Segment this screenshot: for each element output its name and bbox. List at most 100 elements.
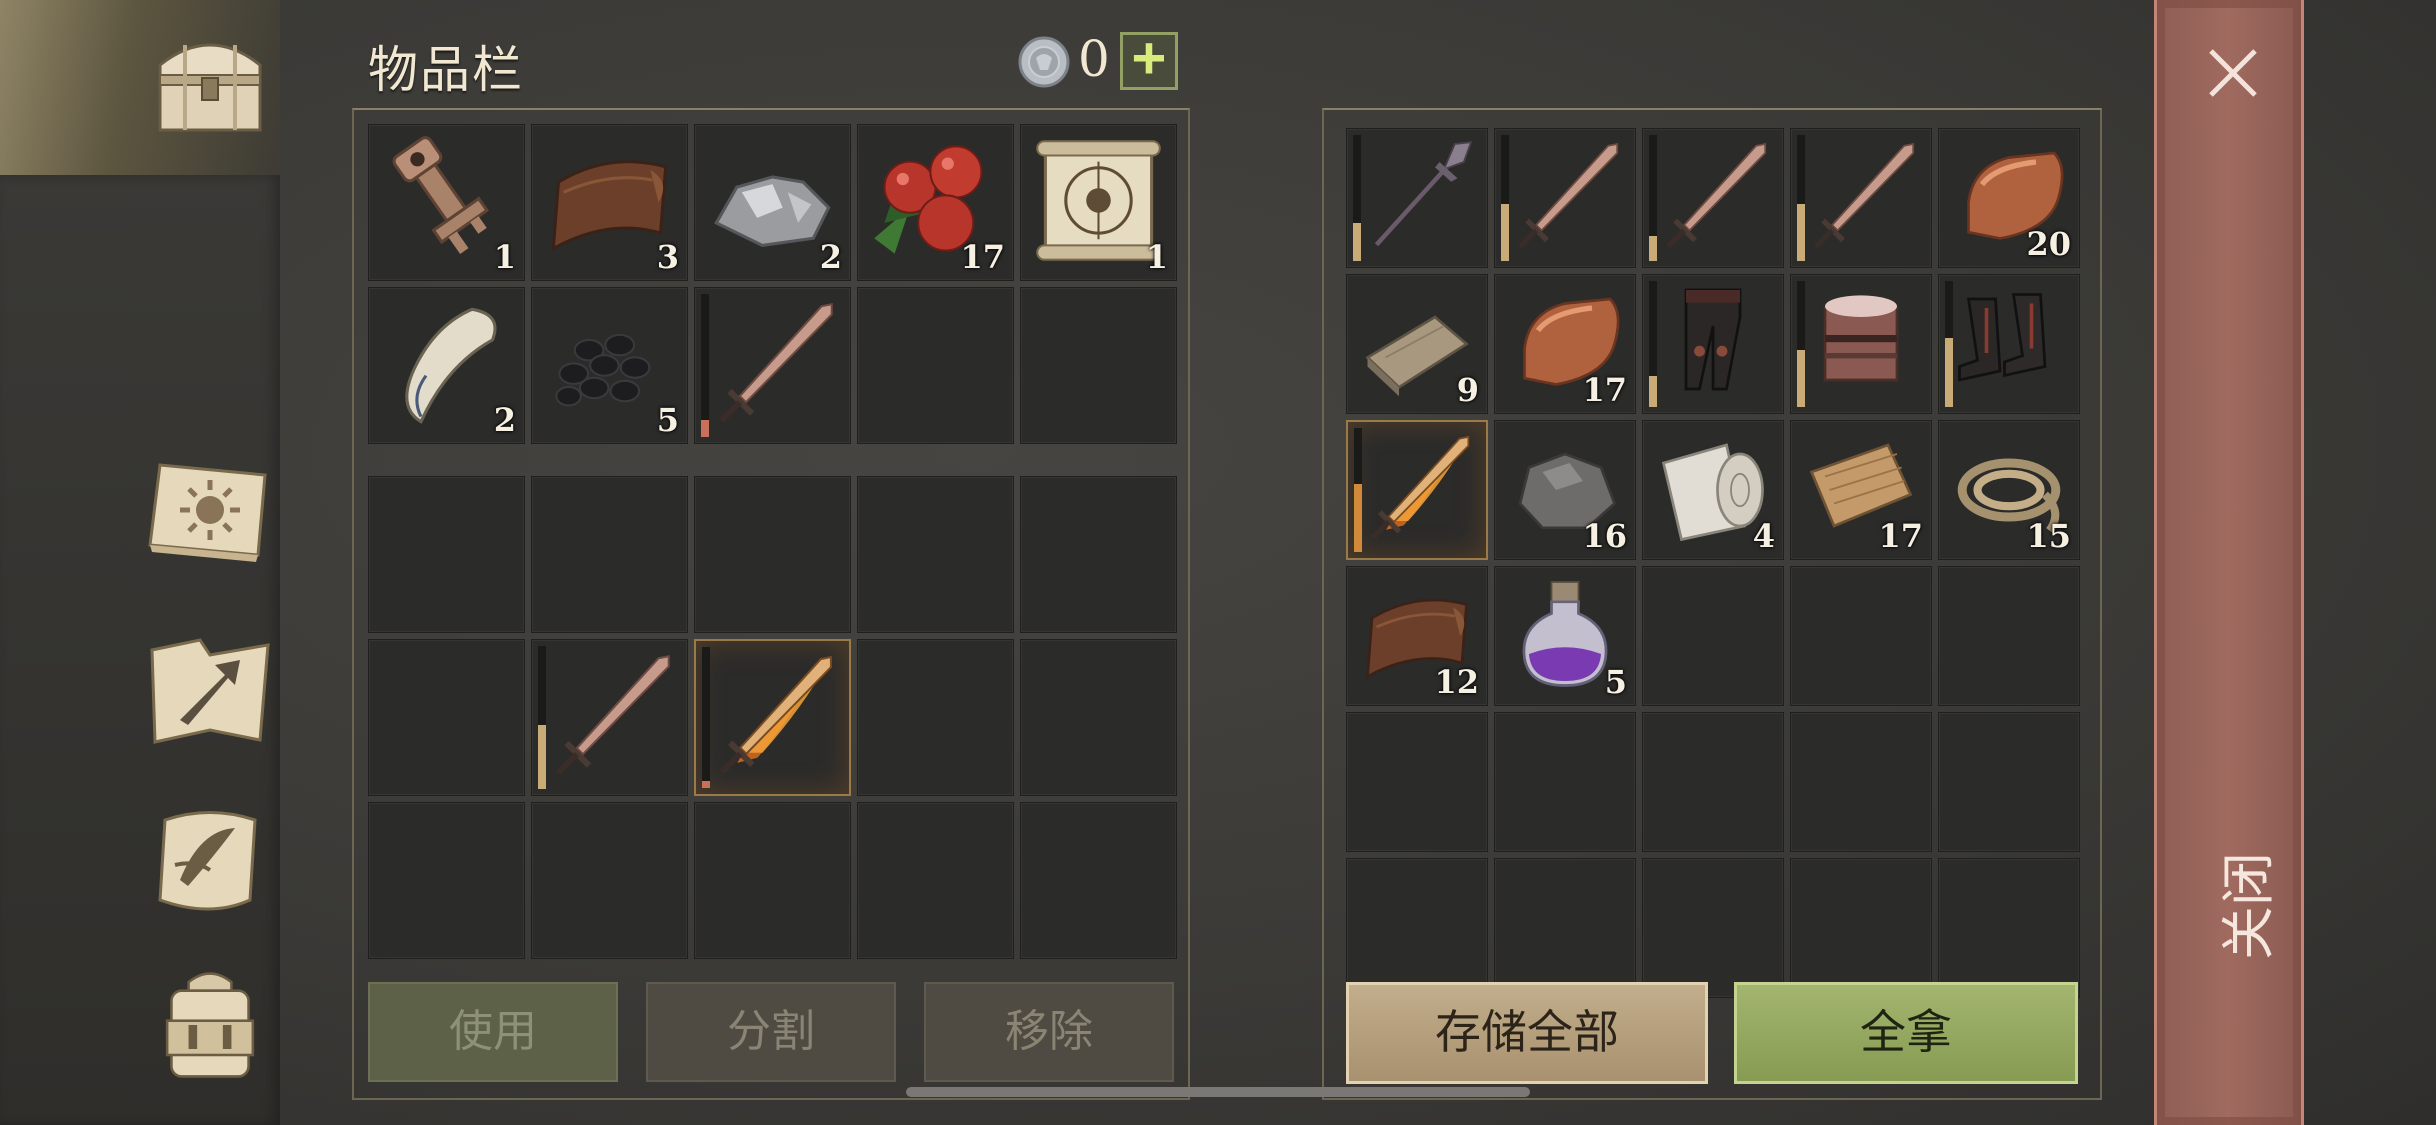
item-slot[interactable]: 2 (694, 124, 851, 281)
durability-bar (702, 647, 710, 788)
item-slot[interactable] (694, 287, 851, 444)
item-slot[interactable]: 3 (531, 124, 688, 281)
sword-icon (719, 302, 833, 423)
item-slot[interactable]: 20 (1938, 128, 2080, 268)
item-quantity: 3 (656, 238, 679, 276)
durability-fill (1797, 350, 1805, 407)
durability-bar (1649, 135, 1657, 261)
item-slot[interactable]: 9 (1346, 274, 1488, 414)
item-slot[interactable] (1642, 128, 1784, 268)
close-icon[interactable] (2205, 45, 2261, 101)
empty-slot[interactable] (857, 639, 1014, 796)
item-slot[interactable] (1346, 420, 1488, 560)
item-slot[interactable] (694, 639, 851, 796)
empty-slot[interactable] (694, 476, 851, 633)
item-quantity: 1 (1145, 238, 1168, 276)
empty-slot[interactable] (1494, 858, 1636, 998)
empty-slot[interactable] (1790, 858, 1932, 998)
empty-slot[interactable] (1020, 476, 1177, 633)
helmet-icon (1823, 295, 1899, 382)
quest-scroll-icon[interactable] (140, 800, 280, 920)
item-slot[interactable]: 15 (1938, 420, 2080, 560)
durability-fill (1649, 235, 1657, 261)
empty-slot[interactable] (694, 802, 851, 959)
item-slot[interactable] (531, 639, 688, 796)
item-slot[interactable]: 4 (1642, 420, 1784, 560)
item-quantity: 12 (1434, 663, 1479, 701)
item-slot[interactable] (1790, 274, 1932, 414)
empty-slot[interactable] (1790, 712, 1932, 852)
item-slot[interactable]: 2 (368, 287, 525, 444)
durability-bar (1353, 135, 1361, 261)
item-slot[interactable]: 1 (1020, 124, 1177, 281)
item-slot[interactable] (1346, 128, 1488, 268)
spear-icon (1374, 141, 1473, 247)
item-slot[interactable] (1790, 128, 1932, 268)
store-all-button[interactable]: 存储全部 (1346, 982, 1708, 1084)
take-all-button[interactable]: 全拿 (1734, 982, 2078, 1084)
split-button[interactable]: 分割 (646, 982, 896, 1082)
empty-slot[interactable] (1020, 287, 1177, 444)
durability-bar (701, 294, 709, 437)
empty-slot[interactable] (1642, 712, 1784, 852)
durability-fill (538, 724, 546, 789)
item-quantity: 4 (1752, 517, 1775, 555)
silver-coin-icon (1018, 36, 1070, 88)
empty-slot[interactable] (1020, 802, 1177, 959)
flame-sword-icon (1370, 435, 1470, 540)
close-label[interactable]: 关闭 (2204, 852, 2283, 960)
durability-fill (1501, 204, 1509, 261)
empty-slot[interactable] (531, 802, 688, 959)
item-slot[interactable] (1494, 128, 1636, 268)
empty-slot[interactable] (1020, 639, 1177, 796)
item-slot[interactable]: 16 (1494, 420, 1636, 560)
use-button[interactable]: 使用 (368, 982, 618, 1082)
empty-slot[interactable] (1790, 566, 1932, 706)
empty-slot[interactable] (857, 287, 1014, 444)
item-slot[interactable]: 1 (368, 124, 525, 281)
item-slot[interactable] (1642, 274, 1784, 414)
add-currency-button[interactable]: + (1120, 30, 1178, 90)
empty-slot[interactable] (368, 639, 525, 796)
sword-icon (556, 654, 670, 775)
empty-slot[interactable] (1938, 712, 2080, 852)
durability-fill (1649, 375, 1657, 407)
journal-icon[interactable] (140, 450, 280, 570)
durability-fill (701, 419, 709, 437)
item-slot[interactable]: 17 (1790, 420, 1932, 560)
storage-grid: 20 9 17 16 4 17 15 12 5 (1346, 128, 2080, 998)
empty-slot[interactable] (1938, 858, 2080, 998)
empty-slot[interactable] (857, 802, 1014, 959)
empty-slot[interactable] (1346, 858, 1488, 998)
empty-slot[interactable] (1938, 566, 2080, 706)
item-quantity: 15 (2026, 517, 2071, 555)
leg-armor-icon (1684, 288, 1742, 391)
chest-icon[interactable] (140, 20, 280, 140)
durability-bar (1501, 135, 1509, 261)
inventory-title: 物品栏 (368, 41, 524, 99)
item-slot[interactable] (1938, 274, 2080, 414)
item-slot[interactable]: 5 (531, 287, 688, 444)
currency-value: 0 (1078, 30, 1110, 88)
empty-slot[interactable] (531, 476, 688, 633)
item-slot[interactable]: 17 (857, 124, 1014, 281)
crafting-icon[interactable] (140, 630, 280, 750)
item-quantity: 17 (1582, 371, 1627, 409)
item-slot[interactable]: 17 (1494, 274, 1636, 414)
empty-slot[interactable] (1642, 858, 1784, 998)
empty-slot[interactable] (368, 802, 525, 959)
sword-icon (1518, 142, 1619, 249)
empty-slot[interactable] (1346, 712, 1488, 852)
durability-fill (1353, 223, 1361, 261)
inventory-grid-equipment (368, 476, 1177, 959)
home-indicator[interactable] (906, 1087, 1530, 1097)
empty-slot[interactable] (857, 476, 1014, 633)
empty-slot[interactable] (368, 476, 525, 633)
empty-slot[interactable] (1494, 712, 1636, 852)
item-slot[interactable]: 12 (1346, 566, 1488, 706)
sword-icon (1666, 142, 1767, 249)
backpack-icon[interactable] (140, 965, 280, 1085)
empty-slot[interactable] (1642, 566, 1784, 706)
item-slot[interactable]: 5 (1494, 566, 1636, 706)
remove-button[interactable]: 移除 (924, 982, 1174, 1082)
